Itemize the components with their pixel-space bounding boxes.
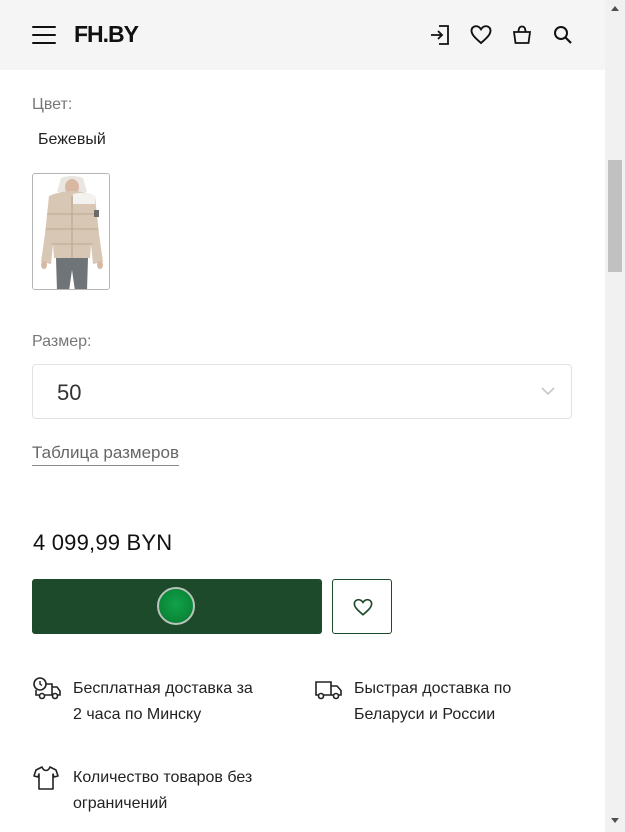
loading-indicator-icon	[157, 587, 195, 625]
heart-icon	[353, 598, 373, 616]
page-scrollbar[interactable]	[605, 0, 625, 832]
feature-fast-delivery: Быстрая доставка по Беларуси и России	[313, 676, 573, 730]
site-header: FH.BY	[0, 0, 605, 70]
login-icon[interactable]	[428, 23, 452, 47]
jacket-thumbnail-image	[33, 174, 109, 289]
scroll-down-arrow-icon[interactable]	[611, 818, 619, 823]
add-to-cart-button[interactable]	[32, 579, 322, 634]
feature-text-line: ограничений	[73, 795, 168, 812]
feature-unlimited-items: Количество товаров без ограничений	[32, 765, 312, 819]
add-to-wishlist-button[interactable]	[332, 579, 392, 634]
product-price: 4 099,99 BYN	[33, 530, 173, 555]
feature-text-line: Быстрая доставка по	[354, 680, 512, 697]
search-icon[interactable]	[551, 23, 575, 47]
scrollbar-thumb[interactable]	[608, 160, 622, 272]
size-select[interactable]: 50	[32, 364, 572, 419]
size-table-link[interactable]: Таблица размеров	[32, 443, 179, 466]
feature-text-line: Количество товаров без	[73, 769, 253, 786]
fast-delivery-icon	[33, 677, 61, 700]
chevron-down-icon	[541, 387, 555, 396]
site-logo[interactable]: FH.BY	[74, 21, 139, 48]
tshirt-icon	[33, 766, 59, 790]
feature-free-delivery: Бесплатная доставка за 2 часа по Минску	[32, 676, 292, 730]
feature-text-line: 2 часа по Минску	[73, 706, 202, 723]
size-selected-value: 50	[57, 380, 82, 405]
color-label: Цвет:	[32, 96, 73, 113]
color-value: Бежевый	[38, 131, 106, 148]
bag-icon[interactable]	[510, 23, 534, 47]
size-label: Размер:	[32, 333, 92, 350]
heart-icon[interactable]	[469, 23, 493, 47]
menu-icon[interactable]	[32, 25, 56, 45]
scroll-up-arrow-icon[interactable]	[611, 6, 619, 11]
feature-text-line: Бесплатная доставка за	[73, 680, 253, 697]
truck-icon	[315, 681, 342, 700]
feature-text-line: Беларуси и России	[354, 706, 496, 723]
color-swatch-beige[interactable]	[32, 173, 110, 290]
